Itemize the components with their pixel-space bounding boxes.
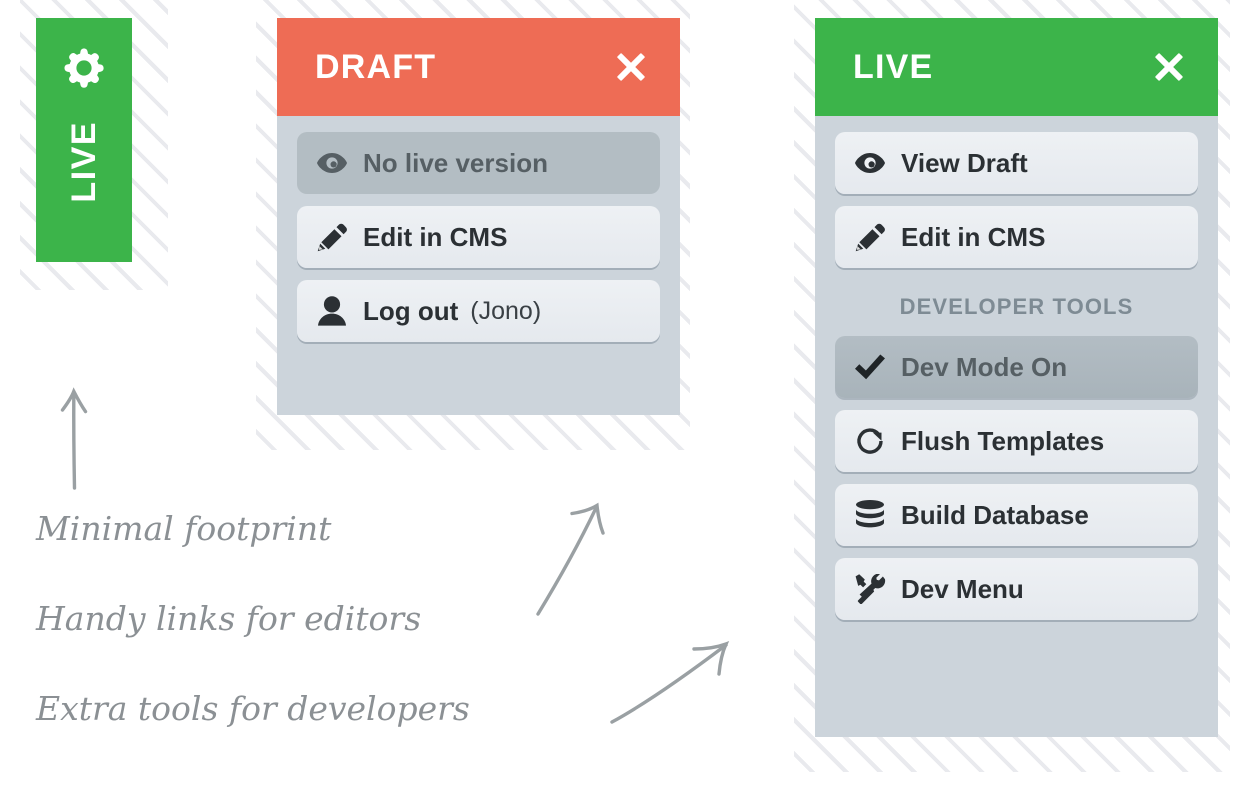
refresh-icon [853,426,887,456]
menu-item-edit-in-cms[interactable]: Edit in CMS [835,206,1198,268]
annotation-handy-links: Handy links for editors [36,599,422,638]
draft-panel: DRAFT No live version Edit in CMS Log ou… [277,18,680,415]
live-panel-title: LIVE [853,48,934,86]
menu-item-view-draft[interactable]: View Draft [835,132,1198,194]
menu-item-dev-mode-on[interactable]: Dev Mode On [835,336,1198,398]
menu-item-label: Flush Templates [901,426,1105,456]
menu-item-label: View Draft [901,148,1028,178]
pencil-icon [853,222,887,252]
menu-item-label: No live version [363,148,548,178]
menu-item-dev-menu[interactable]: Dev Menu [835,558,1198,620]
live-panel-body: View Draft Edit in CMS DEVELOPER TOOLS D… [815,116,1218,642]
menu-item-label: Edit in CMS [363,222,508,252]
menu-item-user-name: (Jono) [470,296,542,325]
check-icon [853,352,887,382]
annotation-minimal-footprint: Minimal footprint [36,509,332,548]
person-icon [315,296,349,326]
tools-icon [853,574,887,604]
menu-item-label: Dev Mode On [901,352,1068,382]
menu-item-label: Build Database [901,500,1089,530]
menu-item-label: Dev Menu [901,574,1024,604]
menu-item-log-out[interactable]: Log out (Jono) [297,280,660,342]
menu-item-edit-in-cms[interactable]: Edit in CMS [297,206,660,268]
collapsed-tab-status-label: LIVE [65,121,103,203]
arrow-upright-to-draft-panel [536,502,605,616]
annotation-extra-tools: Extra tools for developers [36,689,470,728]
pencil-icon [315,222,349,252]
close-icon[interactable] [610,46,652,88]
draft-panel-header: DRAFT [277,18,680,116]
eye-icon [315,148,349,178]
developer-tools-section-label: DEVELOPER TOOLS [899,294,1134,319]
arrow-up-to-tab [60,387,88,490]
database-icon [853,500,887,530]
close-icon[interactable] [1148,46,1190,88]
screenshot-stage: LIVE DRAFT No live version Edit in CMS L… [0,0,1236,786]
menu-item-label: Log out [363,296,459,326]
collapsed-admin-tab[interactable]: LIVE [36,18,132,262]
eye-icon [853,148,887,178]
live-panel: LIVE View Draft Edit in CMS DEVELOPER TO… [815,18,1218,737]
gear-icon [60,44,108,97]
menu-item-no-live-version: No live version [297,132,660,194]
draft-panel-body: No live version Edit in CMS Log out (Jon… [277,116,680,364]
menu-item-label: Edit in CMS [901,222,1046,252]
menu-item-flush-templates[interactable]: Flush Templates [835,410,1198,472]
menu-item-build-database[interactable]: Build Database [835,484,1198,546]
arrow-upright-to-live-panel [610,641,730,724]
live-panel-header: LIVE [815,18,1218,116]
draft-panel-title: DRAFT [315,48,437,86]
